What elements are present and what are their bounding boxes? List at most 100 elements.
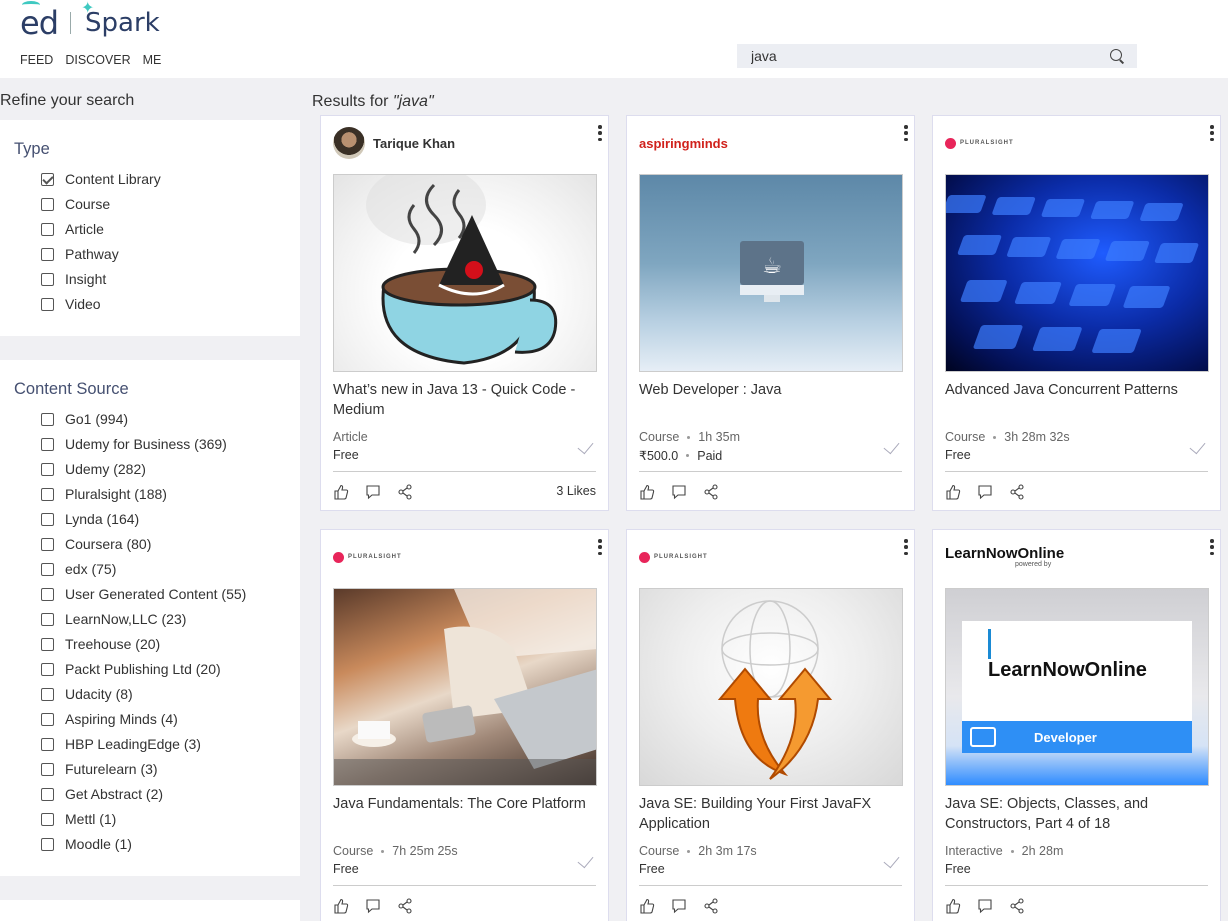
comment-icon[interactable] [977, 898, 993, 914]
checkbox[interactable] [41, 272, 54, 286]
checkbox[interactable] [41, 587, 54, 601]
card-thumbnail[interactable] [333, 588, 597, 786]
card-title[interactable]: What’s new in Java 13 - Quick Code - Med… [333, 380, 594, 420]
more-options-icon[interactable] [904, 539, 908, 555]
result-card[interactable]: aspiringminds ☕ Web Developer : Java Cou… [626, 115, 915, 511]
checkbox[interactable] [41, 787, 54, 801]
checkbox[interactable] [41, 662, 54, 676]
checkbox[interactable] [41, 712, 54, 726]
like-icon[interactable] [639, 898, 655, 914]
filter-source[interactable]: Lynda (164) [41, 510, 139, 528]
share-icon[interactable] [703, 484, 719, 500]
result-card[interactable]: PLURALSIGHT Advanced Java Concurrent Pat… [932, 115, 1221, 511]
filter-type-pathway[interactable]: Pathway [41, 245, 119, 263]
filter-source[interactable]: Udemy for Business (369) [41, 435, 227, 453]
like-icon[interactable] [639, 484, 655, 500]
mark-complete-icon[interactable] [577, 851, 594, 869]
nav-discover[interactable]: DISCOVER [65, 53, 130, 67]
filter-type-content-library[interactable]: Content Library [41, 170, 161, 188]
provider-logo[interactable]: LearnNowOnline [945, 546, 1064, 561]
checkbox[interactable] [41, 637, 54, 651]
filter-source[interactable]: Treehouse (20) [41, 635, 160, 653]
checkbox[interactable] [41, 562, 54, 576]
filter-source[interactable]: edx (75) [41, 560, 116, 578]
filter-source[interactable]: Moodle (1) [41, 835, 132, 853]
filter-source[interactable]: HBP LeadingEdge (3) [41, 735, 201, 753]
card-title[interactable]: Advanced Java Concurrent Patterns [945, 380, 1206, 400]
checkbox[interactable] [41, 837, 54, 851]
checkbox[interactable] [41, 297, 54, 311]
card-thumbnail[interactable]: ☕ [639, 174, 903, 372]
share-icon[interactable] [1009, 484, 1025, 500]
comment-icon[interactable] [365, 484, 381, 500]
provider-logo[interactable]: PLURALSIGHT [348, 554, 402, 560]
author-name[interactable]: Tarique Khan [373, 136, 455, 151]
card-title[interactable]: Java SE: Building Your First JavaFX Appl… [639, 794, 900, 834]
card-thumbnail[interactable] [945, 174, 1209, 372]
checkbox[interactable] [41, 762, 54, 776]
filter-source[interactable]: Coursera (80) [41, 535, 151, 553]
filter-source[interactable]: Go1 (994) [41, 410, 128, 428]
filter-type-course[interactable]: Course [41, 195, 110, 213]
likes-count[interactable]: 3 Likes [556, 484, 596, 498]
like-icon[interactable] [333, 898, 349, 914]
like-icon[interactable] [333, 484, 349, 500]
checkbox[interactable] [41, 412, 54, 426]
checkbox[interactable] [41, 737, 54, 751]
checkbox[interactable] [41, 222, 54, 236]
share-icon[interactable] [703, 898, 719, 914]
filter-type-video[interactable]: Video [41, 295, 101, 313]
card-thumbnail[interactable]: LearnNowOnline Developer [945, 588, 1209, 786]
share-icon[interactable] [397, 484, 413, 500]
search-icon[interactable] [1109, 48, 1125, 64]
provider-logo[interactable]: aspiringminds [639, 136, 728, 151]
filter-source[interactable]: Udacity (8) [41, 685, 133, 703]
filter-type-article[interactable]: Article [41, 220, 104, 238]
filter-source[interactable]: Get Abstract (2) [41, 785, 163, 803]
provider-logo[interactable]: PLURALSIGHT [960, 140, 1014, 146]
more-options-icon[interactable] [598, 125, 602, 141]
card-title[interactable]: Java Fundamentals: The Core Platform [333, 794, 594, 814]
filter-source[interactable]: User Generated Content (55) [41, 585, 246, 603]
result-card[interactable]: PLURALSIGHT Java SE: Building Your First… [626, 529, 915, 921]
like-icon[interactable] [945, 898, 961, 914]
share-icon[interactable] [1009, 898, 1025, 914]
search-input[interactable] [751, 48, 1109, 64]
checkbox[interactable] [41, 462, 54, 476]
avatar[interactable] [333, 127, 365, 159]
mark-complete-icon[interactable] [883, 437, 900, 455]
checkbox[interactable] [41, 612, 54, 626]
more-options-icon[interactable] [904, 125, 908, 141]
more-options-icon[interactable] [598, 539, 602, 555]
filter-source[interactable]: LearnNow,LLC (23) [41, 610, 186, 628]
checkbox[interactable] [41, 487, 54, 501]
filter-source[interactable]: Aspiring Minds (4) [41, 710, 178, 728]
more-options-icon[interactable] [1210, 125, 1214, 141]
mark-complete-icon[interactable] [577, 437, 594, 455]
filter-type-insight[interactable]: Insight [41, 270, 106, 288]
nav-me[interactable]: ME [143, 53, 162, 67]
filter-source[interactable]: Udemy (282) [41, 460, 146, 478]
comment-icon[interactable] [365, 898, 381, 914]
filter-source[interactable]: Futurelearn (3) [41, 760, 158, 778]
more-options-icon[interactable] [1210, 539, 1214, 555]
mark-complete-icon[interactable] [883, 851, 900, 869]
card-thumbnail[interactable] [333, 174, 597, 372]
result-card[interactable]: Tarique Khan What’s new in Java 13 - Qui… [320, 115, 609, 511]
checkbox[interactable] [41, 687, 54, 701]
result-card[interactable]: LearnNowOnline powered by LearnNowOnline… [932, 529, 1221, 921]
mark-complete-icon[interactable] [1189, 437, 1206, 455]
filter-source[interactable]: Mettl (1) [41, 810, 116, 828]
checkbox[interactable] [41, 537, 54, 551]
nav-feed[interactable]: FEED [20, 53, 53, 67]
checkbox[interactable] [41, 512, 54, 526]
result-card[interactable]: PLURALSIGHT Java Fundamentals: The Core … [320, 529, 609, 921]
filter-source[interactable]: Packt Publishing Ltd (20) [41, 660, 221, 678]
comment-icon[interactable] [671, 898, 687, 914]
card-title[interactable]: Java SE: Objects, Classes, and Construct… [945, 794, 1206, 834]
edcast-spark-logo[interactable]: ed ✦ Spark [20, 0, 160, 42]
like-icon[interactable] [945, 484, 961, 500]
filter-source[interactable]: Pluralsight (188) [41, 485, 167, 503]
checkbox[interactable] [41, 812, 54, 826]
provider-logo[interactable]: PLURALSIGHT [654, 554, 708, 560]
